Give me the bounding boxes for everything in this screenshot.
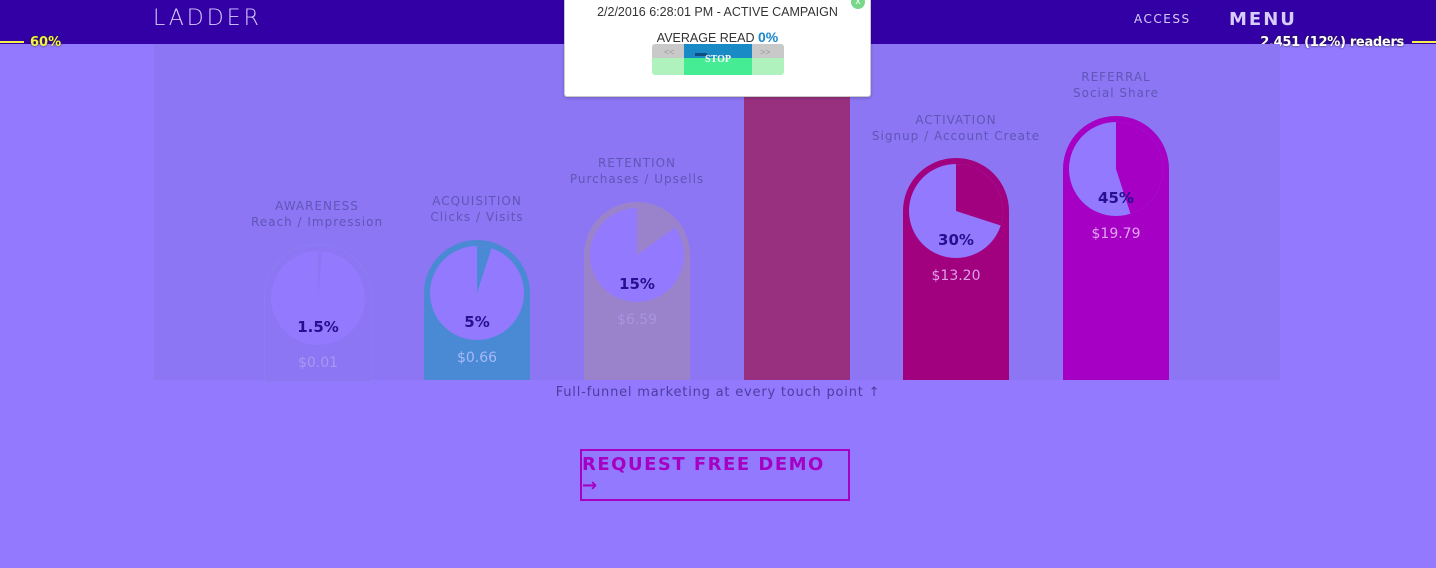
funnel-bar: 5% $0.66 [424,240,530,380]
readers-indicator: 2,451 (12%) readers [1260,34,1436,50]
funnel-bar [744,88,850,380]
funnel-percent: 30% [938,231,974,249]
scroll-depth-line [0,41,24,43]
funnel-percent: 15% [619,275,655,293]
funnel-percent: 1.5% [297,318,339,336]
funnel-bar: 15% $6.59 [584,202,690,380]
campaign-popup: x 2/2/2016 6:28:01 PM - ACTIVE CAMPAIGN … [564,0,871,97]
ladder-logo[interactable]: LADDER [153,6,262,31]
request-demo-button[interactable]: REQUEST FREE DEMO → [580,449,850,501]
funnel-bar: 45% $19.79 [1063,116,1169,380]
funnel-label: REFERRAL Social Share [1016,69,1216,101]
funnel-column-awareness: AWARENESS Reach / Impression 1.5% $0.01 [251,44,382,382]
funnel-percent: 5% [464,313,490,331]
funnel-stage-name: REFERRAL [1081,70,1151,84]
readers-line [1412,41,1436,43]
funnel-stage-sub: Clicks / Visits [430,210,524,224]
funnel-money: $19.79 [1091,226,1141,242]
stop-button[interactable]: STOP [684,54,752,65]
popup-average-read: AVERAGE READ 0% [565,29,870,45]
average-read-label: AVERAGE READ [656,31,755,45]
rewind-button[interactable]: << [664,47,675,57]
funnel-column-activation: ACTIVATION Signup / Account Create 30% $… [872,44,1039,380]
forward-button[interactable]: >> [760,47,771,57]
scroll-depth-percent: 60% [30,34,62,50]
nav-access-link[interactable]: ACCESS [1134,12,1191,26]
funnel-money: $13.20 [931,268,981,284]
funnel-bar: 1.5% $0.01 [264,244,372,382]
funnel-stage-name: ACQUISITION [432,194,522,208]
playback-controls: << >> STOP [652,44,784,75]
funnel-money: $0.01 [297,355,339,371]
funnel-percent: 45% [1098,189,1134,207]
nav-menu-button[interactable]: MENU [1229,9,1297,30]
funnel-stage-name: RETENTION [597,156,677,170]
scroll-depth-indicator: 60% [0,34,61,50]
funnel-stage-name: ACTIVATION [915,113,997,127]
funnel-money: $6.59 [616,312,658,328]
funnel-caption: Full-funnel marketing at every touch poi… [555,385,881,400]
readers-count: 2,451 (12%) readers [1260,34,1404,50]
average-read-value: 0% [757,29,779,45]
funnel-bar: 30% $13.20 [903,158,1009,380]
funnel-column-acquisition: ACQUISITION Clicks / Visits 5% $0.66 [424,44,530,380]
funnel-label: ACTIVATION Signup / Account Create [856,112,1056,144]
funnel-stage-sub: Purchases / Upsells [569,172,705,186]
popup-title: 2/2/2016 6:28:01 PM - ACTIVE CAMPAIGN [597,5,838,19]
funnel-label: ACQUISITION Clicks / Visits [377,193,577,225]
funnel-label: RETENTION Purchases / Upsells [537,155,737,187]
funnel-stage-sub: Signup / Account Create [871,129,1041,143]
funnel-stage-sub: Social Share [1072,86,1160,100]
funnel-money: $0.66 [456,350,498,366]
funnel-column-referral: REFERRAL Social Share 45% $19.79 [1063,44,1169,380]
